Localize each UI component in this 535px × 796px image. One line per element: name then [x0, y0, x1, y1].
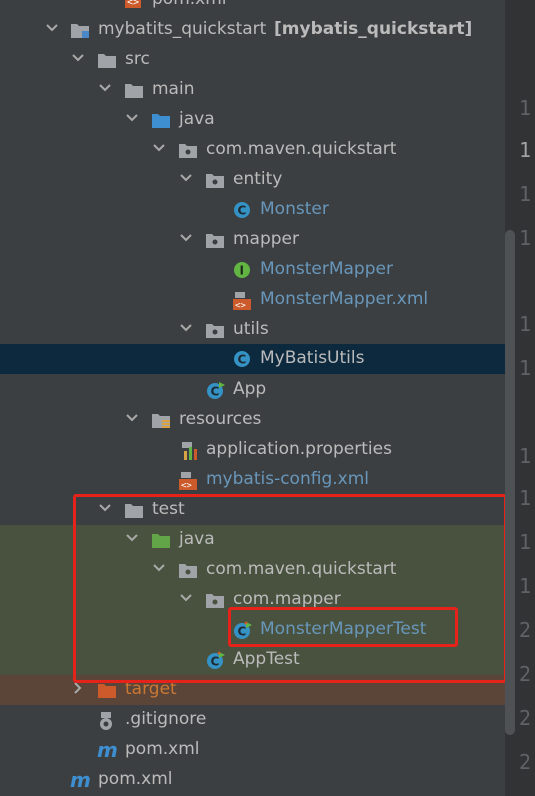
tree-item-label: utils — [233, 319, 269, 339]
tree-item-label: java — [179, 109, 215, 129]
tree-row-mybatis-utils[interactable]: C MyBatisUtils — [0, 344, 505, 374]
highlight-box-test — [73, 494, 507, 683]
line-number: 1 — [519, 444, 532, 468]
tree-item-label: application.properties — [206, 439, 392, 459]
interface-icon: I — [233, 261, 251, 279]
source-folder-icon — [151, 111, 170, 129]
tree-row-monster-mapper[interactable]: I MonsterMapper — [0, 255, 505, 285]
line-number: 2 — [519, 706, 532, 730]
svg-text:C: C — [238, 204, 247, 218]
tree-row-pom-inner[interactable]: m pom.xml — [0, 735, 505, 765]
tree-row-mybatis-config[interactable]: <> mybatis-config.xml — [0, 465, 505, 495]
project-module-name: [mybatis_quickstart] — [274, 19, 473, 39]
maven-icon: m — [70, 768, 91, 792]
tree-item-label: entity — [233, 169, 283, 189]
tree-item-label: mapper — [233, 229, 300, 249]
line-number: 1 — [519, 138, 532, 162]
tree-item-label: resources — [179, 409, 262, 429]
project-tree-panel: <> pom.xml mybatits_quickstart [mybatis_… — [0, 0, 507, 796]
tree-item-label: pom.xml — [125, 739, 200, 759]
svg-text:m: m — [97, 741, 118, 759]
xml-file-icon: <> — [178, 471, 197, 491]
svg-text:C: C — [211, 385, 220, 399]
chevron-down-icon[interactable] — [124, 110, 140, 126]
xml-file-icon: <> — [232, 291, 251, 311]
svg-text:m: m — [70, 771, 91, 789]
tree-item-label: App — [233, 379, 267, 399]
svg-text:C: C — [238, 353, 247, 367]
excluded-folder-icon — [97, 681, 116, 699]
line-number: 1 — [519, 312, 532, 336]
line-number: 2 — [519, 750, 532, 774]
chevron-down-icon[interactable] — [97, 80, 113, 96]
tree-row-gitignore[interactable]: .gitignore — [0, 705, 505, 735]
tree-row-utils[interactable]: utils — [0, 315, 505, 345]
line-number: 2 — [519, 618, 532, 642]
svg-text:I: I — [240, 264, 244, 278]
tree-row-main[interactable]: main — [0, 75, 505, 105]
tree-item-label: MonsterMapper — [260, 259, 393, 279]
class-icon: C — [233, 201, 251, 219]
chevron-down-icon[interactable] — [178, 170, 194, 186]
resources-folder-icon — [151, 411, 170, 429]
line-number: 1 — [519, 226, 532, 250]
runnable-class-icon: C — [206, 381, 225, 399]
line-number: 1 — [519, 486, 532, 510]
tree-row-project[interactable]: mybatits_quickstart [mybatis_quickstart] — [0, 15, 505, 45]
package-icon — [205, 231, 224, 249]
line-number: 1 — [519, 182, 532, 206]
line-number: 1 — [519, 96, 532, 120]
class-icon: C — [233, 350, 251, 368]
chevron-down-icon[interactable] — [70, 50, 86, 66]
package-icon — [205, 171, 224, 189]
svg-text:<>: <> — [181, 481, 192, 491]
tree-item-label: com.maven.quickstart — [206, 139, 397, 159]
tree-row-application-properties[interactable]: application.properties — [0, 435, 505, 465]
gitignore-file-icon — [98, 711, 116, 730]
xml-file-icon: <> — [124, 0, 142, 9]
highlight-box-monster-mapper-test — [228, 607, 458, 647]
properties-file-icon — [179, 441, 197, 460]
tree-row-package-main[interactable]: com.maven.quickstart — [0, 135, 505, 165]
line-number: 1 — [519, 574, 532, 598]
tree-item-label: .gitignore — [125, 709, 207, 729]
line-number: 2 — [519, 662, 532, 686]
chevron-down-icon[interactable] — [178, 320, 194, 336]
folder-icon — [97, 51, 116, 69]
tree-item-label: mybatis-config.xml — [206, 469, 369, 489]
tree-item-label: main — [152, 79, 195, 99]
tree-row-src[interactable]: src — [0, 45, 505, 75]
chevron-down-icon[interactable] — [178, 230, 194, 246]
module-folder-icon — [70, 21, 89, 39]
folder-icon — [124, 81, 143, 99]
line-number: 1 — [519, 356, 532, 380]
tree-row-app[interactable]: C App — [0, 375, 505, 405]
package-icon — [178, 141, 197, 159]
tree-row-mapper[interactable]: mapper — [0, 225, 505, 255]
tree-item-label: src — [125, 49, 150, 69]
tree-row-monster[interactable]: C Monster — [0, 195, 505, 225]
chevron-down-icon[interactable] — [44, 20, 60, 36]
maven-icon: m — [97, 738, 118, 762]
tree-item-label: pom.xml — [98, 769, 173, 789]
svg-text:<>: <> — [235, 301, 246, 311]
tree-item-label: MyBatisUtils — [260, 348, 365, 368]
tree-item-label: pom.xml — [152, 0, 227, 9]
package-icon — [205, 321, 224, 339]
line-number: 1 — [519, 530, 532, 554]
tree-row-java-main[interactable]: java — [0, 105, 505, 135]
vertical-scrollbar[interactable] — [505, 230, 515, 735]
tree-item-label: Monster — [260, 199, 329, 219]
chevron-down-icon[interactable] — [151, 140, 167, 156]
tree-row-pom-outer[interactable]: m pom.xml — [0, 765, 505, 795]
tree-row-resources[interactable]: resources — [0, 405, 505, 435]
tree-row-entity[interactable]: entity — [0, 165, 505, 195]
chevron-down-icon[interactable] — [124, 410, 140, 426]
tree-row-monster-mapper-xml[interactable]: <> MonsterMapper.xml — [0, 285, 505, 315]
tree-row-top-pom[interactable]: <> pom.xml — [0, 0, 505, 15]
svg-text:<>: <> — [127, 0, 139, 8]
tree-item-label: MonsterMapper.xml — [260, 289, 429, 309]
project-name: mybatits_quickstart — [98, 19, 267, 39]
